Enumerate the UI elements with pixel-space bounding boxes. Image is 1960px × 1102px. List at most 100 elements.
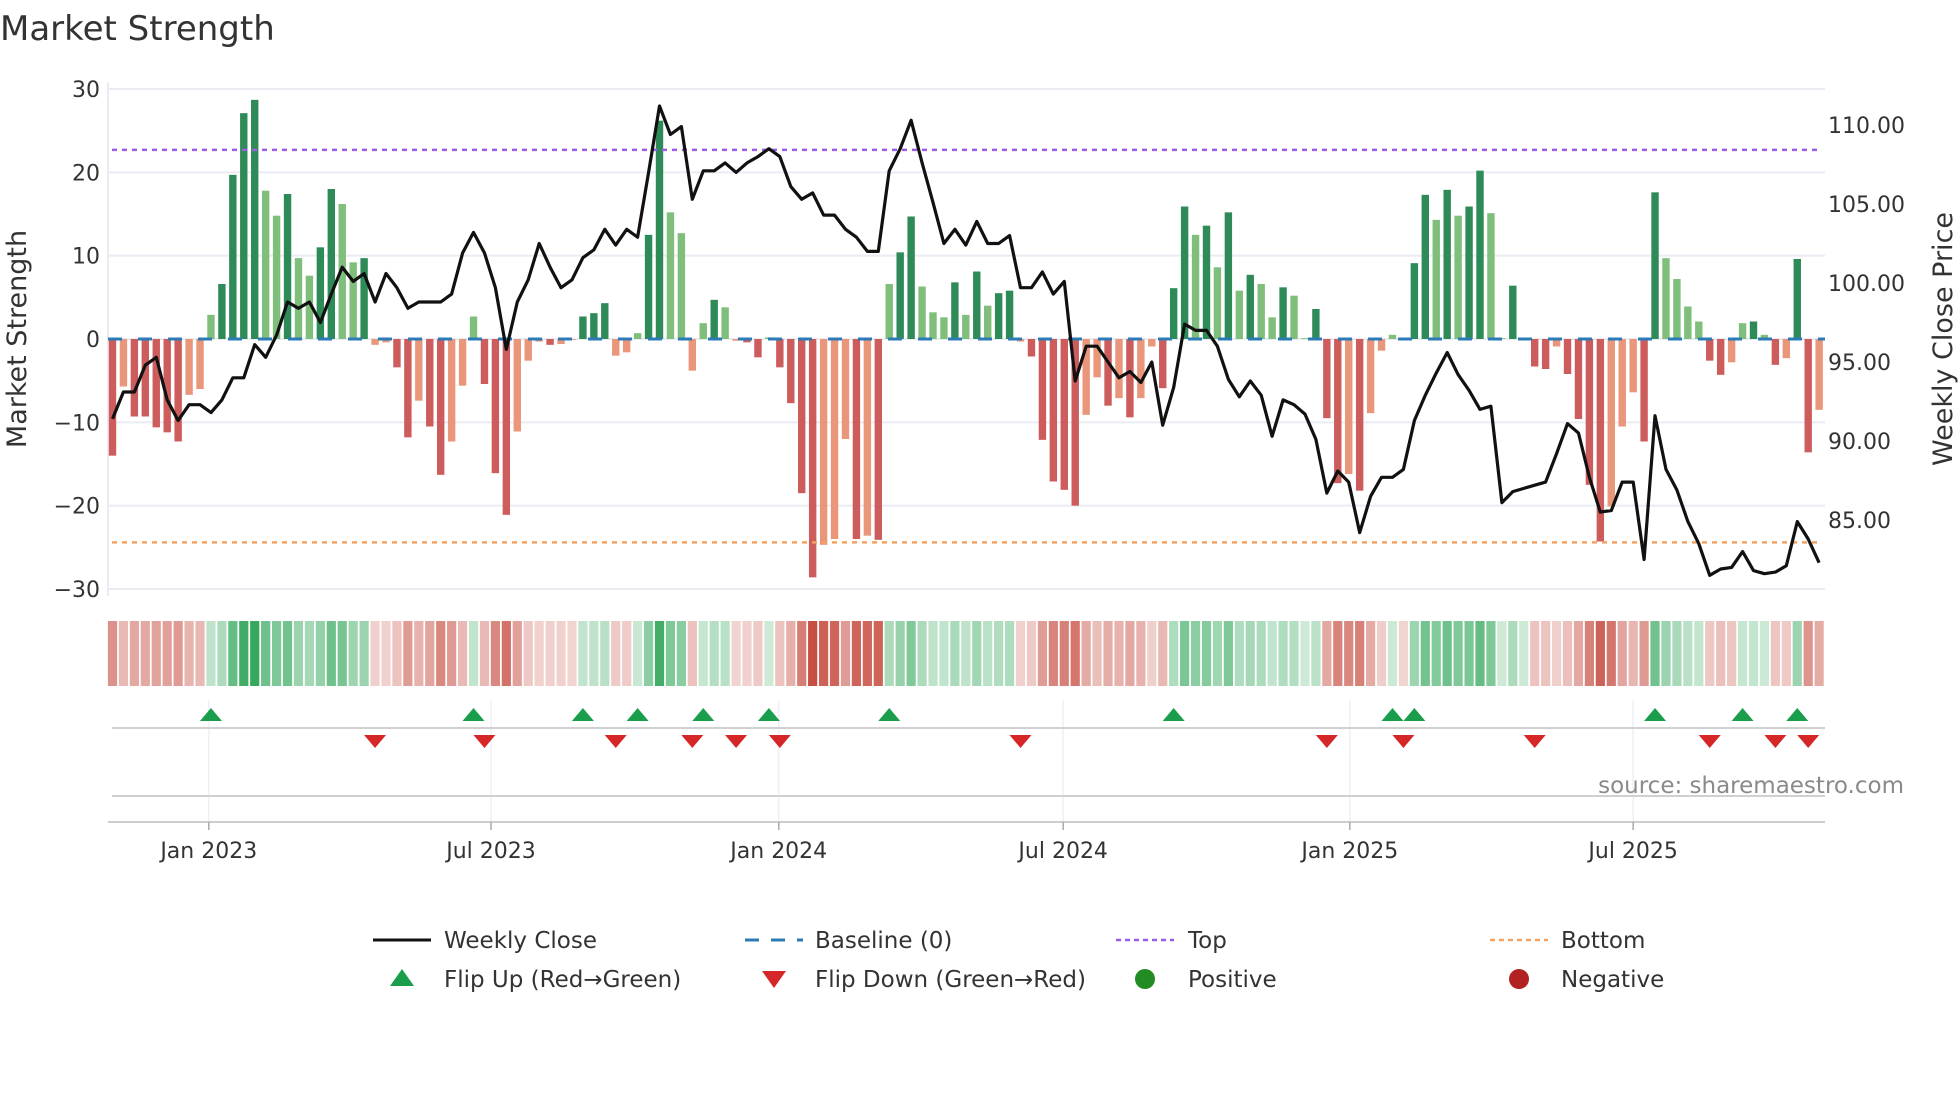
strength-bar	[1312, 309, 1320, 339]
strength-bar	[1355, 339, 1364, 491]
strip-cell	[797, 621, 807, 686]
strip-cell	[370, 621, 380, 686]
strip-cell	[1344, 621, 1354, 686]
strength-bar	[1323, 339, 1331, 419]
legend-label: Weekly Close	[444, 928, 597, 954]
strip-cell	[326, 621, 336, 686]
strength-bar	[1815, 339, 1823, 410]
strip-cell	[622, 621, 632, 686]
strength-bar	[1531, 339, 1539, 367]
gridlines	[107, 82, 1825, 822]
strip-cell	[884, 621, 894, 686]
strength-bar	[994, 293, 1003, 339]
strip-cell	[851, 621, 862, 686]
strip-cell	[436, 621, 446, 686]
strength-bar	[371, 339, 379, 345]
strength-bar	[491, 339, 500, 474]
y2-tick-label: 85.00	[1828, 509, 1891, 534]
strength-bar	[1268, 317, 1276, 339]
strip-cell	[1289, 621, 1299, 686]
strip-cell	[1661, 621, 1671, 686]
strength-bar	[1563, 339, 1572, 374]
strength-bar	[863, 339, 872, 536]
flip-up-marker	[1786, 708, 1809, 721]
y-tick-label: 20	[72, 161, 100, 186]
strip-cell	[250, 621, 260, 686]
strength-bar	[1410, 263, 1419, 339]
flip-down-marker	[681, 735, 704, 748]
strip-cell	[195, 621, 205, 686]
strip-cell	[184, 621, 194, 686]
strip-cell	[1541, 621, 1551, 686]
triangle-up-icon	[390, 969, 414, 986]
strength-bar	[962, 314, 970, 339]
source-label: source: sharemaestro.com	[1598, 773, 1904, 799]
strip-cell	[512, 621, 522, 686]
strength-bar	[1476, 170, 1484, 339]
strip-cell	[304, 621, 315, 686]
strength-bar	[1279, 287, 1287, 339]
strength-bar	[1180, 206, 1189, 339]
strip-cell	[173, 621, 183, 686]
x-tick-label: Jan 2025	[1299, 839, 1398, 864]
strip-cell	[1278, 621, 1288, 686]
y2-tick-label: 110.00	[1828, 114, 1905, 139]
y-tick-label: 0	[86, 328, 100, 353]
strip-cell	[840, 621, 851, 686]
y2-tick-label: 105.00	[1828, 193, 1905, 218]
strip-cell	[1114, 621, 1124, 686]
strip-cell	[1486, 621, 1496, 686]
strength-bar	[272, 215, 281, 339]
strip-cell	[600, 621, 610, 686]
strip-cell	[1551, 621, 1562, 686]
legend-item: Negative	[1509, 967, 1664, 993]
strip-cell	[1737, 621, 1748, 686]
strength-bar	[546, 339, 554, 345]
y2-tick-label: 95.00	[1828, 351, 1891, 376]
strip-cell	[1004, 621, 1015, 686]
strength-bar	[1257, 284, 1265, 339]
strength-bar	[1454, 215, 1462, 339]
strip-cell	[1180, 621, 1190, 686]
strength-bar	[1618, 339, 1626, 427]
strength-bar	[1148, 339, 1156, 347]
strip-cell	[337, 621, 347, 686]
strength-bar	[1684, 306, 1692, 339]
strength-heat-strip	[107, 621, 1824, 686]
strip-cell	[928, 621, 938, 686]
strength-bar	[1574, 339, 1583, 419]
strength-bar	[1191, 234, 1200, 339]
strip-cell	[1781, 621, 1791, 686]
strength-bar	[294, 258, 303, 339]
strip-cell	[490, 621, 500, 686]
strength-bar	[655, 120, 664, 340]
strength-bar	[754, 339, 762, 358]
strip-cell	[654, 621, 665, 686]
strip-cell	[1530, 621, 1540, 686]
strip-cell	[1584, 621, 1594, 686]
strength-bar	[1334, 339, 1342, 484]
strip-cell	[895, 621, 905, 686]
strip-cell	[118, 621, 129, 686]
strip-cell	[315, 621, 325, 686]
strip-cell	[753, 621, 763, 686]
strip-cell	[1475, 621, 1485, 686]
strip-cell	[261, 621, 271, 686]
strip-cell	[468, 621, 479, 686]
strip-cell	[403, 621, 413, 686]
strength-bar	[776, 339, 784, 368]
flip-up-marker	[878, 708, 901, 721]
legend-item: Positive	[1135, 967, 1277, 993]
strength-bar	[1607, 339, 1615, 507]
strength-bar	[819, 339, 828, 545]
flip-markers	[112, 708, 1825, 797]
flip-down-marker	[768, 735, 791, 748]
strip-cell	[107, 621, 118, 686]
strip-cell	[1092, 621, 1102, 686]
y2-tick-label: 100.00	[1828, 272, 1905, 297]
strip-cell	[1245, 621, 1255, 686]
strength-bar	[688, 339, 697, 371]
y2-axis-label: Weekly Close Price	[1928, 212, 1959, 466]
legend-label: Baseline (0)	[815, 928, 952, 954]
strip-cell	[1705, 621, 1715, 686]
